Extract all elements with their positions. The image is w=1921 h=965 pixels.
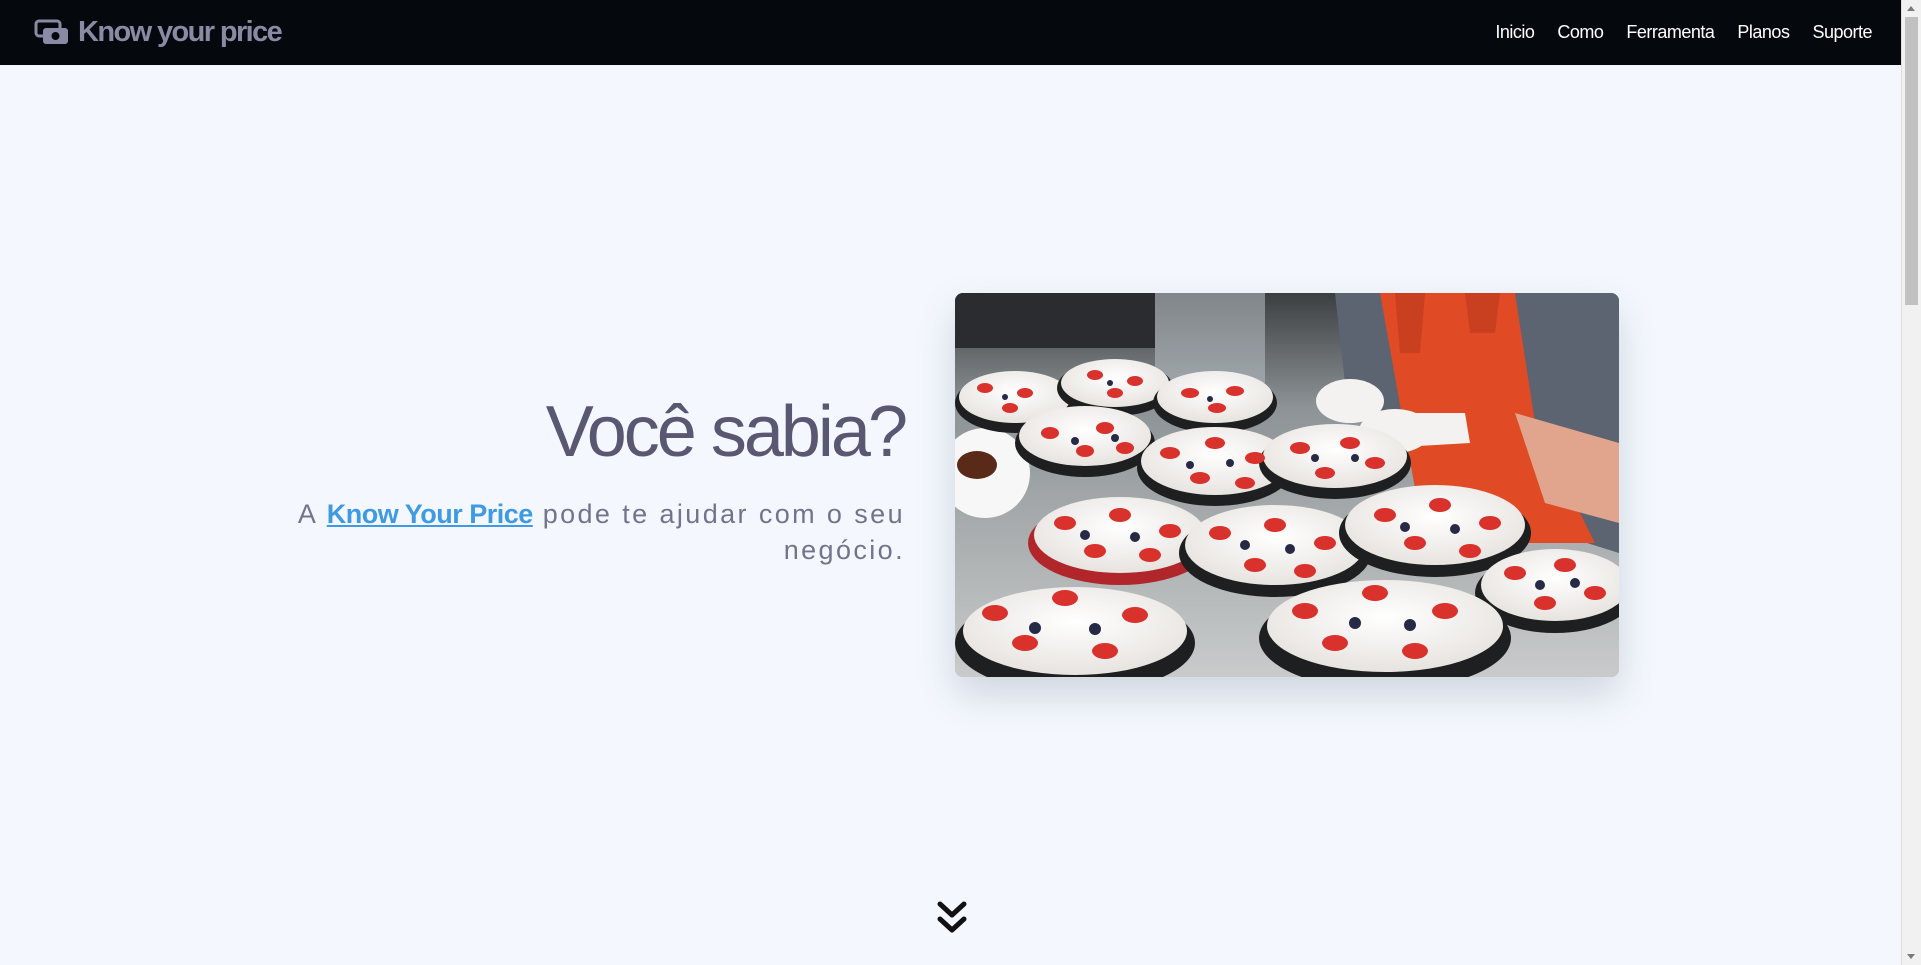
- brand-name: Know your price: [78, 16, 283, 48]
- top-navbar: Know your price Inicio Como Ferramenta P…: [0, 0, 1902, 65]
- scroll-up-arrow-icon[interactable]: [1907, 6, 1915, 11]
- know-your-price-link[interactable]: Know Your Price: [327, 499, 534, 529]
- nav-link-inicio[interactable]: Inicio: [1495, 22, 1535, 43]
- nav-link-suporte[interactable]: Suporte: [1812, 22, 1872, 43]
- vertical-scrollbar[interactable]: [1901, 0, 1921, 965]
- hero-subtitle: A Know Your Price pode te ajudar com o s…: [285, 496, 905, 568]
- dessert-tarts-photo: [955, 293, 1619, 677]
- nav-link-como[interactable]: Como: [1557, 22, 1604, 43]
- scrollbar-thumb[interactable]: [1905, 17, 1918, 305]
- double-chevron-down-icon[interactable]: [936, 900, 968, 936]
- nav-links: Inicio Como Ferramenta Planos Suporte: [1472, 22, 1872, 43]
- subtitle-prefix: A: [297, 499, 317, 529]
- nav-link-ferramenta[interactable]: Ferramenta: [1626, 22, 1715, 43]
- cash-icon: [34, 19, 68, 44]
- hero-text: Você sabia? A Know Your Price pode te aj…: [285, 392, 908, 568]
- hero-image: [955, 293, 1619, 677]
- brand-logo-link[interactable]: Know your price: [34, 16, 283, 49]
- scroll-down-arrow-icon[interactable]: [1907, 954, 1915, 959]
- subtitle-suffix: pode te ajudar com o seu negócio.: [542, 499, 905, 565]
- hero-title: Você sabia?: [545, 392, 908, 472]
- nav-link-planos[interactable]: Planos: [1737, 22, 1790, 43]
